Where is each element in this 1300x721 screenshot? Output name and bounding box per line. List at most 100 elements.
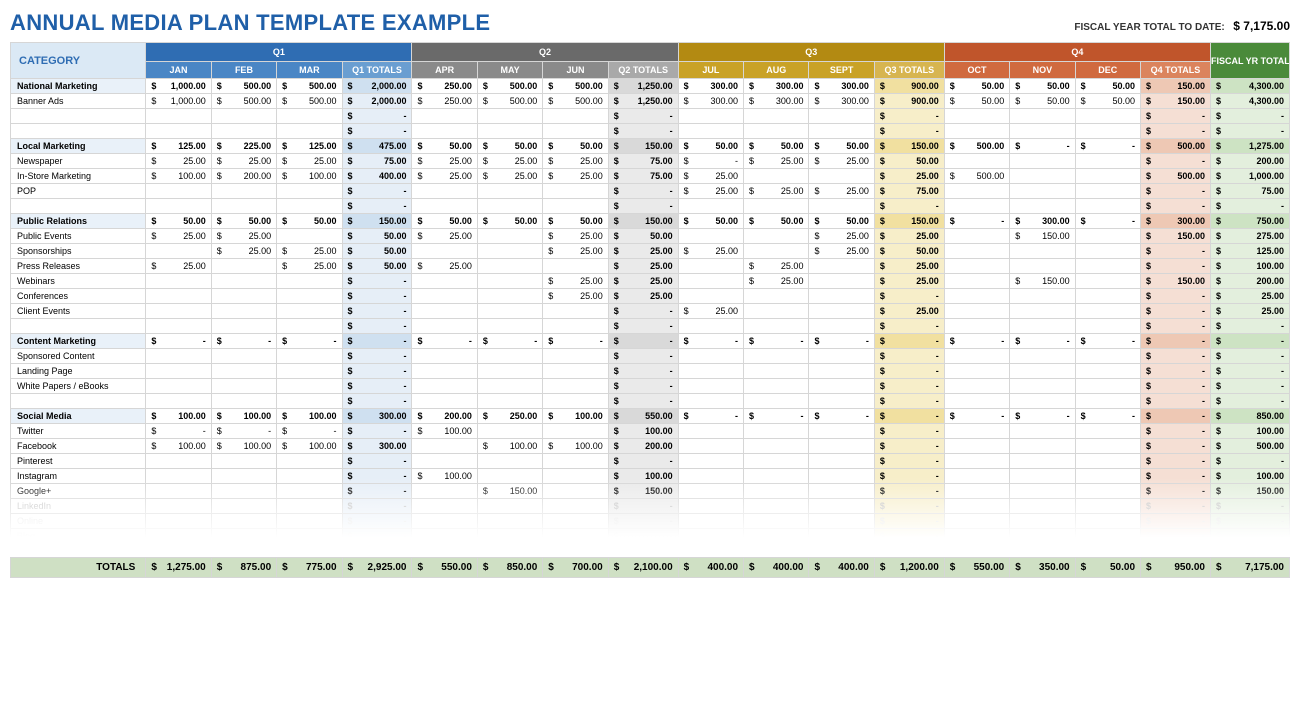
header-q2: Q2 [412, 43, 678, 62]
cell [412, 289, 477, 304]
cell [146, 274, 211, 289]
cell: $- [1141, 334, 1211, 349]
row-label: Public Events [11, 229, 146, 244]
cell [1010, 169, 1075, 184]
cell: $150.00 [1010, 274, 1075, 289]
cell: $150.00 [608, 139, 678, 154]
cell: $900.00 [874, 94, 944, 109]
cell: $- [1010, 409, 1075, 424]
cell [412, 274, 477, 289]
cell: $25.00 [809, 244, 874, 259]
cell: $500.00 [477, 79, 542, 94]
cell [412, 529, 477, 544]
cell [809, 514, 874, 529]
cell: $75.00 [342, 154, 412, 169]
cell [744, 229, 809, 244]
cell [678, 229, 743, 244]
row-label: Landing Page [11, 364, 146, 379]
cell: $- [1010, 334, 1075, 349]
cell [809, 469, 874, 484]
cell [211, 364, 276, 379]
cell [543, 199, 608, 214]
cell [412, 454, 477, 469]
section-row: Public Relations$50.00$50.00$50.00$150.0… [11, 214, 1290, 229]
cell: $- [342, 379, 412, 394]
cell: $500.00 [277, 79, 342, 94]
cell: $- [874, 424, 944, 439]
cell: $300.00 [678, 79, 743, 94]
cell [412, 184, 477, 199]
cell: $300.00 [342, 439, 412, 454]
cell: $- [874, 514, 944, 529]
cell [1075, 244, 1140, 259]
cell [543, 304, 608, 319]
cell [412, 499, 477, 514]
cell [211, 319, 276, 334]
cell: $100.00 [543, 409, 608, 424]
cell: $- [342, 289, 412, 304]
cell [678, 499, 743, 514]
cell [1075, 349, 1140, 364]
row-label: Webinars [11, 274, 146, 289]
cell [477, 199, 542, 214]
cell: $25.00 [809, 229, 874, 244]
cell: $75.00 [1210, 184, 1289, 199]
cell: $- [1141, 244, 1211, 259]
cell: $100.00 [211, 409, 276, 424]
cell [809, 304, 874, 319]
row-label: Social Media [11, 409, 146, 424]
cell: $100.00 [1210, 259, 1289, 274]
cell [477, 514, 542, 529]
cell [477, 499, 542, 514]
cell [277, 274, 342, 289]
cell: $200.00 [608, 439, 678, 454]
cell [543, 529, 608, 544]
cell: $500.00 [1141, 169, 1211, 184]
cell [277, 394, 342, 409]
cell [744, 439, 809, 454]
table-row: Pinterest$-$-$-$-$- [11, 454, 1290, 469]
cell: $25.00 [277, 154, 342, 169]
header-q1-totals: Q1 TOTALS [342, 62, 412, 79]
cell [1075, 394, 1140, 409]
cell: $25.00 [809, 184, 874, 199]
cell [543, 349, 608, 364]
cell: $- [608, 349, 678, 364]
cell: $- [1141, 454, 1211, 469]
cell: $1,250.00 [608, 79, 678, 94]
cell: $25.00 [678, 244, 743, 259]
cell: $50.00 [874, 244, 944, 259]
cell: $25.00 [744, 274, 809, 289]
row-label: National Marketing [11, 79, 146, 94]
cell: $500.00 [543, 94, 608, 109]
cell: $50.00 [678, 139, 743, 154]
cell: $50.00 [412, 139, 477, 154]
cell: $100.00 [146, 169, 211, 184]
table-row: Sponsored Content$-$-$-$-$- [11, 349, 1290, 364]
cell: $50.00 [146, 214, 211, 229]
cell: $25.00 [543, 169, 608, 184]
cell [809, 454, 874, 469]
cell: $- [342, 184, 412, 199]
cell: $500.00 [477, 94, 542, 109]
cell [678, 454, 743, 469]
cell [678, 349, 743, 364]
cell [211, 184, 276, 199]
cell [809, 394, 874, 409]
cell: $- [1141, 499, 1211, 514]
cell: $25.00 [874, 304, 944, 319]
cell: $50.00 [744, 139, 809, 154]
cell [678, 469, 743, 484]
cell: $- [1141, 379, 1211, 394]
cell [809, 499, 874, 514]
cell [809, 529, 874, 544]
cell [678, 379, 743, 394]
cell: $150.00 [1010, 229, 1075, 244]
cell: $250.00 [412, 94, 477, 109]
cell [1075, 289, 1140, 304]
cell: $- [874, 439, 944, 454]
cell: $- [1141, 319, 1211, 334]
cell [1075, 469, 1140, 484]
cell: $150.00 [874, 214, 944, 229]
cell [543, 469, 608, 484]
